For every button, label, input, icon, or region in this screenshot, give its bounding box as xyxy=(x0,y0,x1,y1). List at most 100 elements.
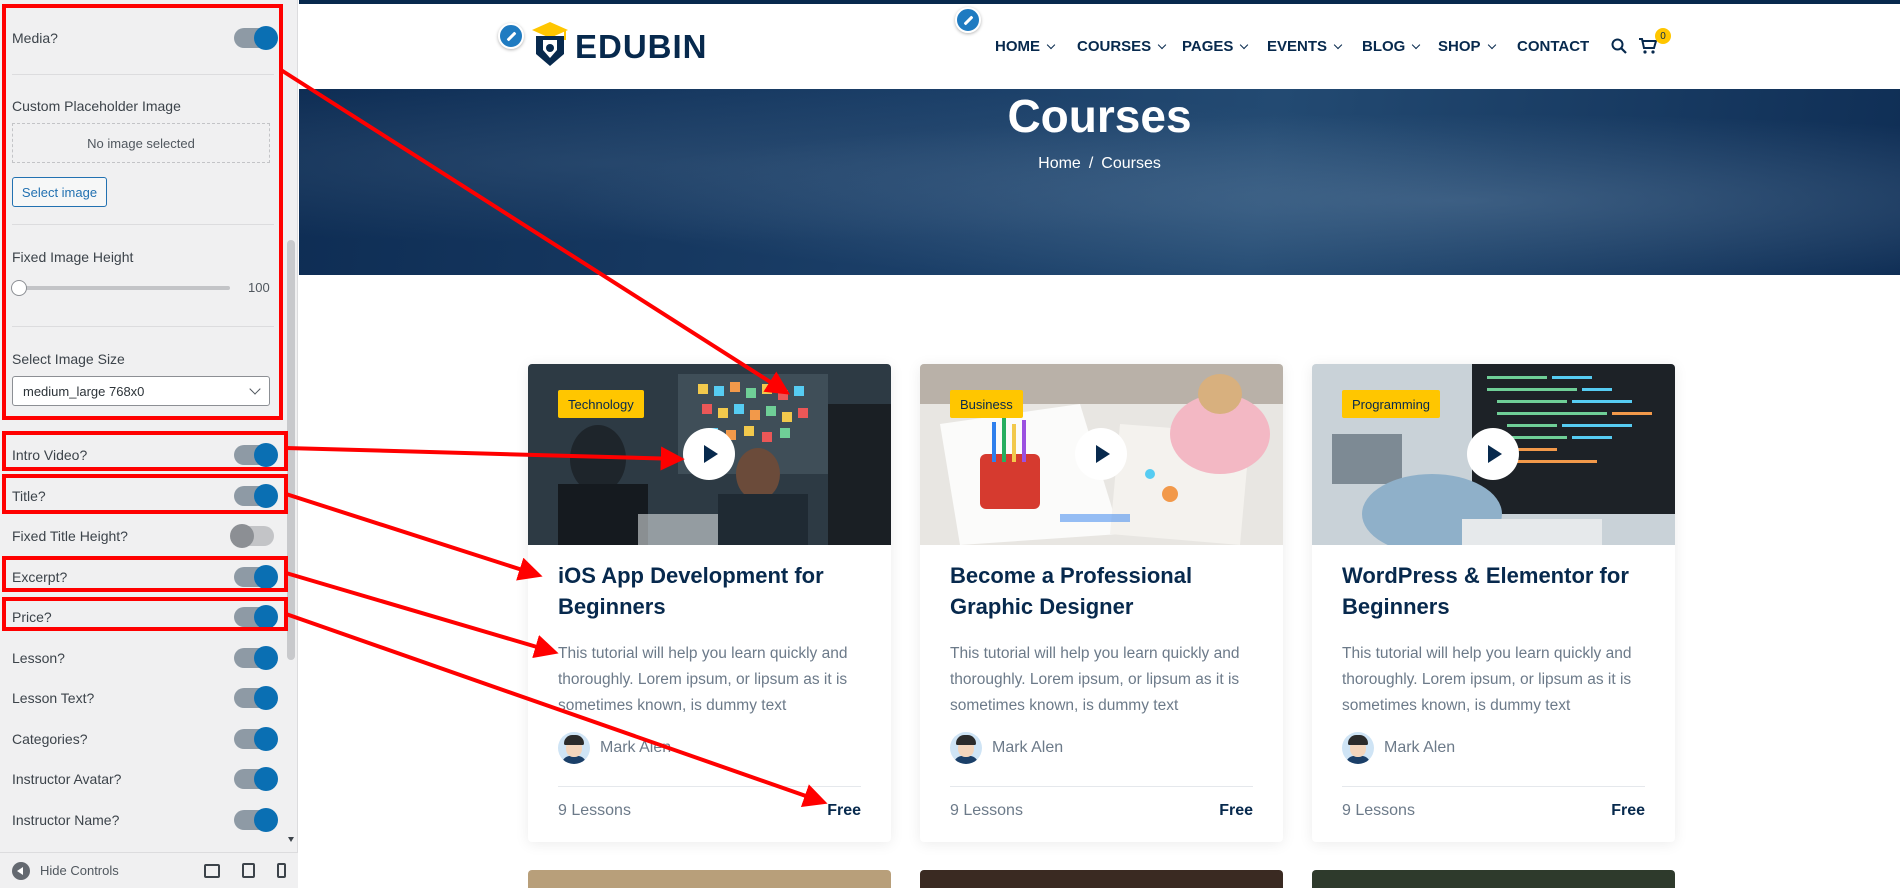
desktop-preview-icon[interactable] xyxy=(204,863,220,878)
graduation-cap-logo-icon[interactable] xyxy=(531,20,569,68)
cart-count-badge: 0 xyxy=(1655,28,1671,44)
lesson-toggle[interactable] xyxy=(234,646,278,670)
site-header: EDUBIN HOME COURSES PAGES EVENTS BLOG SH… xyxy=(299,4,1900,89)
category-badge[interactable]: Technology xyxy=(558,390,644,418)
category-badge[interactable]: Business xyxy=(950,390,1023,418)
course-price: Free xyxy=(1219,802,1253,819)
toggle-row-fixed-title-height: Fixed Title Height? xyxy=(12,521,274,551)
toggle-row-instructor-name: Instructor Name? xyxy=(12,805,278,835)
instructor-name[interactable]: Mark Alen xyxy=(1384,739,1455,757)
chevron-down-icon xyxy=(249,383,261,395)
breadcrumb-separator: / xyxy=(1088,155,1094,172)
custom-placeholder-label: Custom Placeholder Image xyxy=(12,98,181,114)
mobile-preview-icon[interactable] xyxy=(277,863,286,878)
price-toggle[interactable] xyxy=(234,605,278,629)
instructor-avatar-toggle[interactable] xyxy=(234,767,278,791)
course-title[interactable]: WordPress & Elementor for Beginners xyxy=(1342,560,1652,622)
play-video-icon[interactable] xyxy=(1075,428,1127,480)
image-size-value: medium_large 768x0 xyxy=(23,383,145,399)
play-video-icon[interactable] xyxy=(683,428,735,480)
nav-item-courses[interactable]: COURSES xyxy=(1077,38,1167,55)
avatar-hair xyxy=(564,735,584,745)
nav-label: PAGES xyxy=(1182,38,1234,55)
course-card-next-row[interactable] xyxy=(920,870,1283,888)
excerpt-toggle[interactable] xyxy=(234,565,278,589)
course-excerpt: This tutorial will help you learn quickl… xyxy=(1342,645,1632,714)
course-image[interactable]: Business xyxy=(920,364,1283,545)
hide-controls-button[interactable]: Hide Controls xyxy=(40,863,119,878)
instructor-name[interactable]: Mark Alen xyxy=(600,739,671,757)
sidebar-scrollbar[interactable] xyxy=(285,0,297,844)
toggle-label: Lesson? xyxy=(12,650,65,666)
instructor-name-toggle[interactable] xyxy=(234,808,278,832)
breadcrumb-current: Courses xyxy=(1101,155,1161,172)
select-image-size-label: Select Image Size xyxy=(12,351,125,367)
placeholder-image-dropzone[interactable]: No image selected xyxy=(12,123,270,163)
lesson-count: 9 Lessons xyxy=(1342,802,1415,819)
course-card[interactable]: Technology iOS App Development for Begin… xyxy=(528,364,891,842)
toggle-label: Intro Video? xyxy=(12,447,88,463)
avatar-body xyxy=(562,756,586,764)
nav-item-blog[interactable]: BLOG xyxy=(1362,38,1421,55)
media-toggle[interactable] xyxy=(234,26,278,50)
breadcrumb: Home / Courses xyxy=(299,155,1900,173)
customizer-footer: Hide Controls xyxy=(0,852,298,888)
course-image[interactable]: Programming xyxy=(1312,364,1675,545)
hide-controls-icon[interactable] xyxy=(12,861,30,880)
nav-label: SHOP xyxy=(1438,38,1481,55)
toggle-knob xyxy=(230,524,254,548)
play-video-icon[interactable] xyxy=(1467,428,1519,480)
lesson-count: 9 Lessons xyxy=(950,802,1023,819)
nav-label: EVENTS xyxy=(1267,38,1328,55)
edit-pencil-icon[interactable] xyxy=(955,7,981,33)
category-badge[interactable]: Programming xyxy=(1342,390,1441,418)
chevron-down-icon xyxy=(1333,40,1343,49)
toggle-knob xyxy=(254,727,278,751)
instructor-name[interactable]: Mark Alen xyxy=(992,739,1063,757)
course-title[interactable]: Become a Professional Graphic Designer xyxy=(950,560,1260,622)
nav-label: BLOG xyxy=(1362,38,1406,55)
image-size-select[interactable]: medium_large 768x0 xyxy=(12,376,270,406)
select-image-button[interactable]: Select image xyxy=(12,177,107,207)
title-toggle[interactable] xyxy=(234,484,278,508)
toggle-label: Title? xyxy=(12,488,46,504)
course-card[interactable]: Programming WordPress & Elementor for Be… xyxy=(1312,364,1675,842)
nav-item-contact[interactable]: CONTACT xyxy=(1517,38,1589,55)
nav-label: CONTACT xyxy=(1517,38,1590,55)
image-height-slider-thumb[interactable] xyxy=(11,280,27,296)
edit-pencil-icon[interactable] xyxy=(498,23,524,49)
nav-item-events[interactable]: EVENTS xyxy=(1267,38,1343,55)
intro-video-toggle[interactable] xyxy=(234,443,278,467)
image-height-slider-track[interactable] xyxy=(14,286,230,290)
scrollbar-thumb[interactable] xyxy=(287,240,295,660)
course-image[interactable]: Technology xyxy=(528,364,891,545)
customizer-controls: Media? Custom Placeholder Image No image… xyxy=(0,0,284,844)
fixed-title-height-toggle[interactable] xyxy=(230,524,274,548)
nav-label: HOME xyxy=(995,38,1040,55)
lesson-text-toggle[interactable] xyxy=(234,686,278,710)
toggle-knob xyxy=(254,26,278,50)
course-card-next-row[interactable] xyxy=(528,870,891,888)
search-icon[interactable] xyxy=(1611,38,1627,54)
toggle-row-price: Price? xyxy=(12,602,278,632)
toggle-row-lesson-text: Lesson Text? xyxy=(12,683,278,713)
site-logo-text[interactable]: EDUBIN xyxy=(575,28,708,66)
tablet-preview-icon[interactable] xyxy=(242,863,255,878)
toggle-knob xyxy=(254,605,278,629)
course-card[interactable]: Business Become a Professional Graphic D… xyxy=(920,364,1283,842)
toggle-label: Excerpt? xyxy=(12,569,68,585)
toggle-knob xyxy=(254,686,278,710)
nav-item-shop[interactable]: SHOP xyxy=(1438,38,1496,55)
breadcrumb-home-link[interactable]: Home xyxy=(1038,155,1081,172)
shopping-cart-icon[interactable] xyxy=(1639,38,1657,54)
course-card-next-row[interactable] xyxy=(1312,870,1675,888)
nav-item-home[interactable]: HOME xyxy=(995,38,1056,55)
nav-label: COURSES xyxy=(1077,38,1152,55)
categories-toggle[interactable] xyxy=(234,727,278,751)
nav-item-pages[interactable]: PAGES xyxy=(1182,38,1249,55)
lesson-count: 9 Lessons xyxy=(558,802,631,819)
course-title[interactable]: iOS App Development for Beginners xyxy=(558,560,868,622)
scroll-down-arrow-icon[interactable] xyxy=(288,837,294,842)
toggle-row-media: Media? xyxy=(12,23,278,53)
instructor-avatar xyxy=(950,732,982,764)
